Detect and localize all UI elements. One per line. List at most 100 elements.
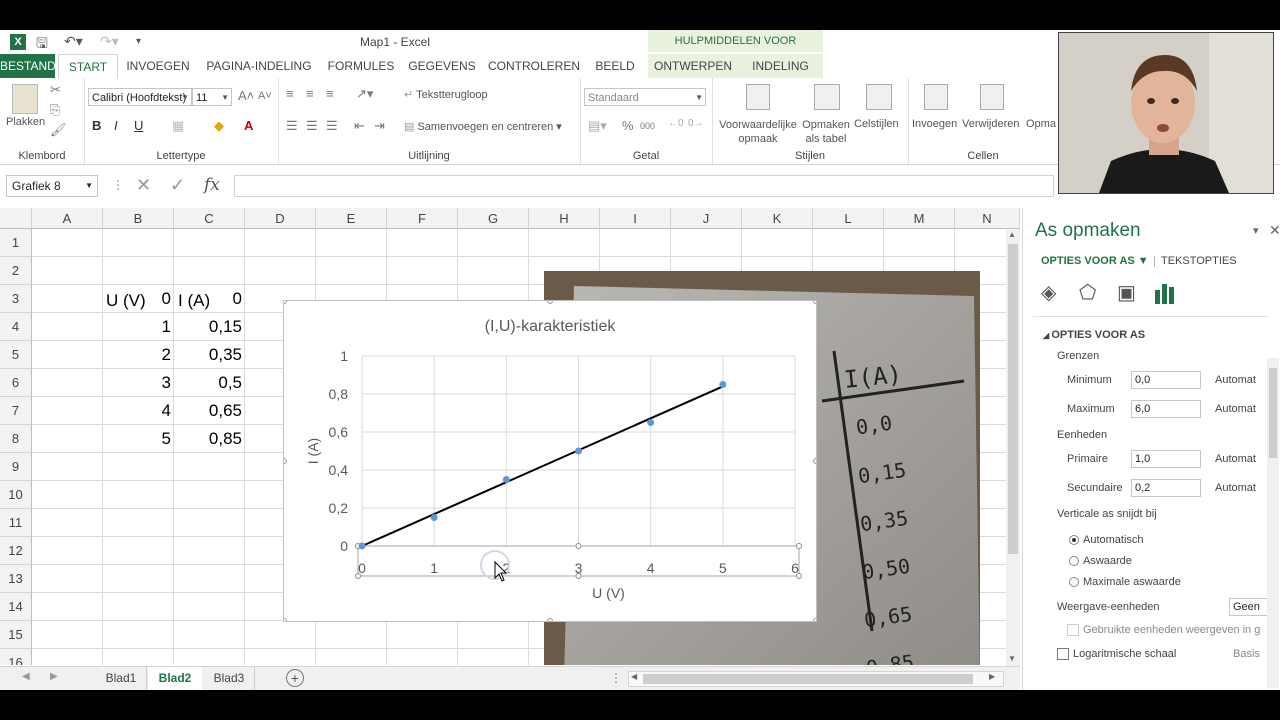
column-header-l[interactable]: L: [813, 208, 884, 229]
chart-resize-handle[interactable]: [813, 458, 819, 464]
data-point[interactable]: [719, 381, 727, 388]
fill-line-icon[interactable]: ◈: [1041, 280, 1056, 305]
font-size-select[interactable]: 11 ▼: [192, 88, 232, 106]
cell-i-value[interactable]: 0,35: [174, 341, 242, 369]
log-scale-checkbox[interactable]: [1057, 648, 1069, 660]
scroll-up-icon[interactable]: ▲: [1008, 230, 1016, 239]
italic-button[interactable]: I: [114, 118, 118, 133]
align-bottom-icon[interactable]: ≡: [326, 86, 334, 101]
column-header-h[interactable]: H: [529, 208, 600, 229]
format-as-table-button[interactable]: Opmaken als tabel: [798, 118, 854, 146]
cell-u-value[interactable]: 0: [103, 285, 171, 313]
radio-automatic[interactable]: [1069, 535, 1079, 545]
underline-button[interactable]: U: [134, 118, 143, 133]
borders-icon[interactable]: ▦: [172, 118, 184, 134]
cut-icon[interactable]: ✂: [50, 82, 61, 98]
align-middle-icon[interactable]: ≡: [306, 86, 314, 101]
radio-axis-value[interactable]: [1069, 556, 1079, 566]
select-all-corner[interactable]: [0, 208, 32, 229]
row-header-15[interactable]: 15: [0, 621, 32, 649]
maximum-input[interactable]: 6,0: [1131, 400, 1201, 418]
scatter-chart[interactable]: (I,U)-karakteristiek 0 0,2 0,4 0,6 0,8 1 0 1 2 3 4 5…: [281, 298, 819, 624]
conditional-format-button[interactable]: Voorwaardelijke opmaak: [716, 118, 800, 146]
thousands-button[interactable]: 000: [640, 121, 655, 131]
delete-cells-button[interactable]: Verwijderen: [962, 118, 1019, 130]
show-units-checkbox[interactable]: [1067, 624, 1079, 636]
merge-center-button[interactable]: ▤ Samenvoegen en centreren ▾: [404, 120, 562, 133]
column-header-b[interactable]: B: [103, 208, 174, 229]
tab-beeld[interactable]: BEELD: [589, 54, 641, 78]
cell-styles-button[interactable]: Celstijlen: [854, 118, 899, 130]
scroll-right-icon[interactable]: ▶: [989, 672, 995, 681]
sheet-tab-blad1[interactable]: Blad1: [96, 667, 147, 690]
axis-options-icon[interactable]: [1155, 282, 1175, 304]
cell-u-value[interactable]: 2: [103, 341, 171, 369]
cell-u-value[interactable]: 1: [103, 313, 171, 341]
minor-unit-auto[interactable]: Automat: [1215, 482, 1256, 494]
grow-font-icon[interactable]: A˄: [238, 88, 254, 103]
insert-cells-button[interactable]: Invoegen: [912, 118, 957, 130]
chart-resize-handle[interactable]: [813, 618, 819, 624]
row-header-1[interactable]: 1: [0, 229, 32, 257]
increase-decimal-icon[interactable]: ←0: [668, 118, 684, 129]
sheet-tab-blad2[interactable]: Blad2: [148, 667, 202, 690]
selection-handle[interactable]: [575, 543, 582, 549]
insert-function-button[interactable]: fx: [204, 175, 220, 195]
major-unit-auto[interactable]: Automat: [1215, 453, 1256, 465]
tab-bestand[interactable]: BESTAND: [0, 54, 56, 78]
paste-icon[interactable]: [12, 84, 38, 114]
tab-ontwerpen[interactable]: ONTWERPEN: [648, 54, 738, 78]
tab-invoegen[interactable]: INVOEGEN: [124, 54, 192, 78]
selection-handle[interactable]: [796, 573, 802, 579]
column-header-m[interactable]: M: [884, 208, 955, 229]
display-units-select[interactable]: Geen: [1229, 598, 1269, 616]
paste-button[interactable]: Plakken: [6, 116, 45, 128]
cell-u-value[interactable]: 3: [103, 369, 171, 397]
effects-icon[interactable]: ⬠: [1079, 280, 1096, 305]
column-header-e[interactable]: E: [316, 208, 387, 229]
row-header-5[interactable]: 5: [0, 341, 32, 369]
align-top-icon[interactable]: ≡: [286, 86, 294, 101]
radio-axis-value-label[interactable]: Aswaarde: [1083, 555, 1132, 567]
row-header-16[interactable]: 16: [0, 649, 32, 665]
radio-automatic-label[interactable]: Automatisch: [1083, 534, 1144, 546]
tab-axis-options[interactable]: OPTIES VOOR AS ▼: [1041, 255, 1149, 267]
cancel-icon[interactable]: ✕: [136, 175, 151, 196]
y-axis-title[interactable]: I (A): [305, 438, 321, 464]
next-sheet-icon[interactable]: ▶: [50, 671, 58, 682]
sheet-tab-blad3[interactable]: Blad3: [204, 667, 255, 690]
tab-formules[interactable]: FORMULES: [325, 54, 397, 78]
trendline[interactable]: [361, 385, 724, 547]
row-header-7[interactable]: 7: [0, 397, 32, 425]
shrink-font-icon[interactable]: A˅: [258, 90, 272, 102]
name-box[interactable]: Grafiek 8 ▼: [6, 175, 98, 197]
radio-max-value[interactable]: [1069, 577, 1079, 587]
row-header-10[interactable]: 10: [0, 481, 32, 509]
format-cells-button[interactable]: Opma: [1026, 118, 1056, 130]
chart-resize-handle[interactable]: [281, 618, 287, 624]
worksheet-grid[interactable]: ABCDEFGHIJKLMN 1 2 3 4 5 6 7 8 9 10 11 12 13 14 15 16 U…: [0, 208, 1020, 665]
cell-u-value[interactable]: 5: [103, 425, 171, 453]
major-unit-input[interactable]: 1,0: [1131, 450, 1201, 468]
tab-indeling[interactable]: INDELING: [738, 54, 823, 78]
pane-scroll-thumb[interactable]: [1269, 368, 1277, 458]
row-header-14[interactable]: 14: [0, 593, 32, 621]
scroll-left-icon[interactable]: ◀: [631, 672, 637, 681]
cell-i-value[interactable]: 0,85: [174, 425, 242, 453]
scroll-thumb[interactable]: [1008, 244, 1018, 554]
add-sheet-icon[interactable]: +: [286, 669, 304, 687]
data-point[interactable]: [430, 514, 438, 521]
cell-i-value[interactable]: 0,5: [174, 369, 242, 397]
row-header-6[interactable]: 6: [0, 369, 32, 397]
prev-sheet-icon[interactable]: ◀: [22, 671, 30, 682]
close-icon[interactable]: ✕: [1269, 222, 1280, 239]
horizontal-scrollbar[interactable]: ◀ ▶: [628, 671, 1004, 687]
cell-i-value[interactable]: 0,65: [174, 397, 242, 425]
minimum-auto[interactable]: Automat: [1215, 374, 1256, 386]
wrap-text-button[interactable]: ↵ Tekstterugloop: [404, 88, 488, 101]
maximum-auto[interactable]: Automat: [1215, 403, 1256, 415]
chart-resize-handle[interactable]: [547, 298, 553, 304]
column-header-n[interactable]: N: [955, 208, 1020, 229]
format-painter-icon[interactable]: 🖌: [50, 122, 67, 138]
size-properties-icon[interactable]: ▣: [1117, 280, 1136, 305]
